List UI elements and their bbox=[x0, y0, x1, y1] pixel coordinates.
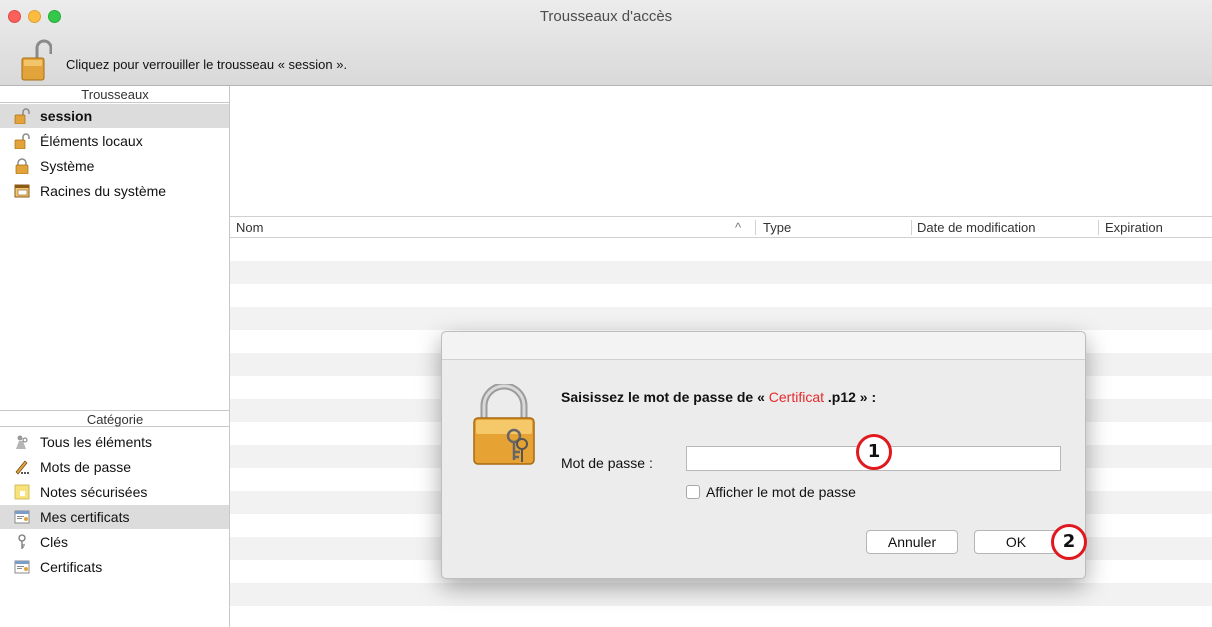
cancel-button[interactable]: Annuler bbox=[866, 530, 958, 554]
sidebar-item-label: Système bbox=[40, 158, 95, 174]
cabinet-icon bbox=[14, 183, 30, 199]
unlocked-padlock-icon bbox=[14, 133, 30, 149]
certificate-icon bbox=[14, 559, 30, 575]
sidebar-item-label: Mots de passe bbox=[40, 459, 132, 475]
people-keys-icon bbox=[14, 434, 30, 450]
show-password-checkbox[interactable] bbox=[686, 485, 700, 499]
sidebar-item-label: Racines du système bbox=[40, 183, 167, 199]
note-lock-icon bbox=[14, 484, 30, 500]
show-password-option[interactable]: Afficher le mot de passe bbox=[686, 484, 856, 500]
pen-dots-icon bbox=[14, 459, 30, 475]
column-divider bbox=[755, 220, 756, 235]
window-titlebar: Trousseaux d'accès Cliquez pour verrouil… bbox=[0, 0, 1212, 86]
table-row bbox=[230, 606, 1212, 627]
keychains-header: Trousseaux bbox=[0, 86, 230, 103]
unlocked-padlock-icon[interactable] bbox=[20, 38, 53, 82]
sort-ascending-icon[interactable]: ^ bbox=[735, 219, 741, 237]
dialog-titlebar bbox=[442, 332, 1085, 360]
toolbar-lock-hint: Cliquez pour verrouiller le trousseau « … bbox=[66, 57, 348, 72]
column-header-type[interactable]: Type bbox=[763, 219, 791, 237]
table-header: Nom ^ Type Date de modification Expirati… bbox=[230, 216, 1212, 238]
table-row bbox=[230, 307, 1212, 330]
column-divider bbox=[911, 220, 912, 235]
column-divider bbox=[1098, 220, 1099, 235]
prompt-file-name: Certificat bbox=[768, 389, 825, 405]
unlocked-padlock-icon bbox=[14, 108, 30, 124]
password-dialog: Saisissez le mot de passe de « Certifica… bbox=[441, 331, 1086, 579]
sidebar-item-label: Mes certificats bbox=[40, 509, 130, 525]
sidebar-item-notes-securisees[interactable]: Notes sécurisées bbox=[0, 480, 229, 504]
sidebar-item-mots-de-passe[interactable]: Mots de passe bbox=[0, 455, 229, 479]
prompt-prefix: Saisissez le mot de passe de « bbox=[561, 389, 765, 405]
sidebar-item-label: Certificats bbox=[40, 559, 103, 575]
certificate-icon bbox=[14, 509, 30, 525]
step-1-annotation: 1 bbox=[856, 434, 892, 470]
password-label: Mot de passe : bbox=[561, 455, 653, 471]
key-icon bbox=[14, 534, 30, 550]
sidebar-item-label: Notes sécurisées bbox=[40, 484, 148, 500]
ok-button[interactable]: OK bbox=[974, 530, 1058, 554]
step-2-annotation: 2 bbox=[1051, 524, 1087, 560]
locked-padlock-icon bbox=[14, 158, 30, 174]
column-header-expiration[interactable]: Expiration bbox=[1105, 219, 1163, 237]
sidebar-item-session[interactable]: session bbox=[0, 104, 229, 128]
sidebar: Trousseaux session Éléments locaux Systè… bbox=[0, 86, 230, 627]
category-header: Catégorie bbox=[0, 410, 230, 427]
table-row bbox=[230, 284, 1212, 307]
sidebar-item-systeme[interactable]: Système bbox=[0, 154, 229, 178]
table-row bbox=[230, 261, 1212, 284]
sidebar-item-label: Éléments locaux bbox=[40, 133, 143, 149]
sidebar-item-mes-certificats[interactable]: Mes certificats bbox=[0, 505, 229, 529]
column-header-nom[interactable]: Nom bbox=[236, 219, 263, 237]
column-header-date-modification[interactable]: Date de modification bbox=[917, 219, 1036, 237]
table-row bbox=[230, 583, 1212, 606]
window-title: Trousseaux d'accès bbox=[539, 8, 673, 25]
show-password-label: Afficher le mot de passe bbox=[706, 484, 856, 500]
sidebar-item-tous-les-elements[interactable]: Tous les éléments bbox=[0, 430, 229, 454]
sidebar-item-elements-locaux[interactable]: Éléments locaux bbox=[0, 129, 229, 153]
sidebar-item-label: Clés bbox=[40, 534, 69, 550]
sidebar-item-racines-du-systeme[interactable]: Racines du système bbox=[0, 179, 229, 203]
padlock-with-keys-icon bbox=[470, 382, 540, 466]
sidebar-item-cles[interactable]: Clés bbox=[0, 530, 229, 554]
sidebar-item-label: Tous les éléments bbox=[40, 434, 153, 450]
sidebar-item-certificats[interactable]: Certificats bbox=[0, 555, 229, 579]
table-row bbox=[230, 238, 1212, 261]
sidebar-item-label: session bbox=[40, 108, 93, 124]
dialog-prompt: Saisissez le mot de passe de « Certifica… bbox=[561, 389, 876, 405]
prompt-suffix: .p12 » : bbox=[827, 389, 877, 405]
